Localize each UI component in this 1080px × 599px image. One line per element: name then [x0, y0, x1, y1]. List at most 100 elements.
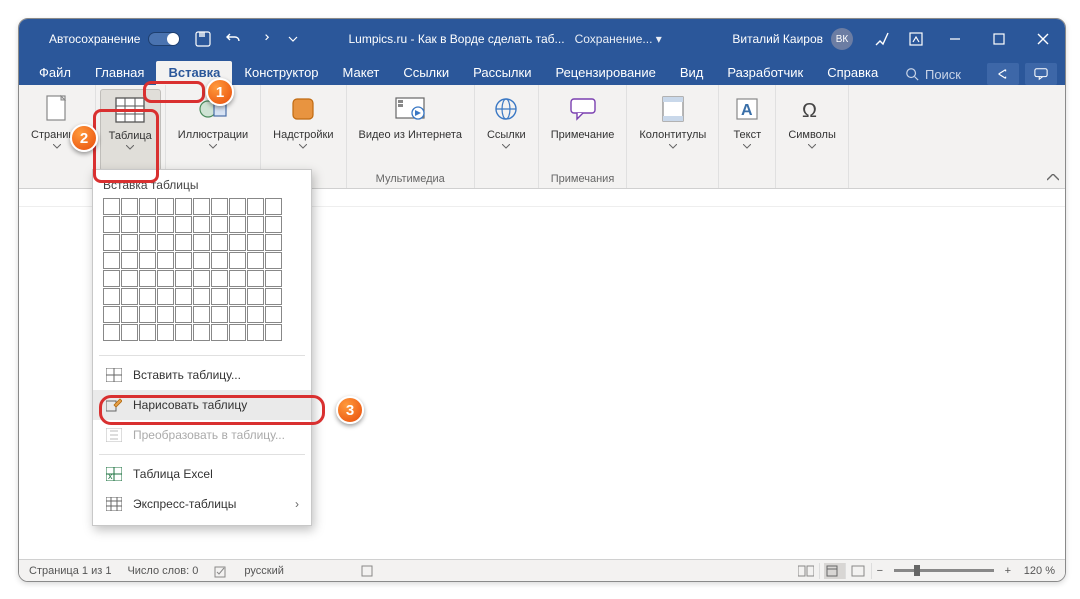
grid-cell[interactable]	[121, 252, 138, 269]
table-button[interactable]: Таблица	[100, 89, 161, 171]
grid-cell[interactable]	[193, 234, 210, 251]
grid-cell[interactable]	[247, 198, 264, 215]
grid-cell[interactable]	[211, 324, 228, 341]
draw-table-item[interactable]: Нарисовать таблицу	[93, 390, 311, 420]
web-layout-icon[interactable]	[850, 563, 872, 579]
grid-cell[interactable]	[265, 252, 282, 269]
grid-cell[interactable]	[157, 198, 174, 215]
ribbon-options-icon[interactable]	[905, 28, 927, 50]
grid-cell[interactable]	[103, 270, 120, 287]
grid-cell[interactable]	[229, 270, 246, 287]
grid-cell[interactable]	[103, 288, 120, 305]
text-button[interactable]: A Текст	[723, 89, 771, 171]
grid-cell[interactable]	[175, 270, 192, 287]
grid-cell[interactable]	[211, 252, 228, 269]
headerfooter-button[interactable]: Колонтитулы	[631, 89, 714, 171]
grid-cell[interactable]	[247, 252, 264, 269]
grid-cell[interactable]	[193, 324, 210, 341]
grid-cell[interactable]	[157, 270, 174, 287]
links-button[interactable]: Ссылки	[479, 89, 534, 171]
language-status[interactable]: русский	[244, 565, 283, 577]
grid-cell[interactable]	[175, 324, 192, 341]
insert-table-item[interactable]: Вставить таблицу...	[93, 360, 311, 390]
grid-cell[interactable]	[121, 288, 138, 305]
grid-cell[interactable]	[175, 252, 192, 269]
grid-cell[interactable]	[229, 252, 246, 269]
grid-cell[interactable]	[121, 234, 138, 251]
grid-cell[interactable]	[103, 234, 120, 251]
grid-cell[interactable]	[157, 324, 174, 341]
read-mode-icon[interactable]	[798, 563, 820, 579]
grid-cell[interactable]	[265, 324, 282, 341]
grid-cell[interactable]	[229, 216, 246, 233]
grid-cell[interactable]	[139, 324, 156, 341]
word-count[interactable]: Число слов: 0	[127, 565, 198, 577]
grid-cell[interactable]	[193, 306, 210, 323]
grid-cell[interactable]	[121, 198, 138, 215]
grid-cell[interactable]	[211, 198, 228, 215]
grid-cell[interactable]	[175, 306, 192, 323]
grid-cell[interactable]	[265, 216, 282, 233]
table-size-grid[interactable]	[93, 198, 311, 351]
collapse-ribbon-button[interactable]	[1041, 85, 1065, 188]
redo-icon[interactable]	[254, 30, 272, 48]
grid-cell[interactable]	[193, 288, 210, 305]
tab-mailings[interactable]: Рассылки	[461, 61, 543, 85]
grid-cell[interactable]	[121, 306, 138, 323]
grid-cell[interactable]	[193, 270, 210, 287]
grid-cell[interactable]	[265, 234, 282, 251]
qat-more-icon[interactable]	[284, 30, 302, 48]
zoom-out-button[interactable]: −	[874, 565, 886, 577]
grid-cell[interactable]	[139, 234, 156, 251]
tab-references[interactable]: Ссылки	[391, 61, 461, 85]
grid-cell[interactable]	[139, 198, 156, 215]
grid-cell[interactable]	[103, 252, 120, 269]
grid-cell[interactable]	[247, 234, 264, 251]
grid-cell[interactable]	[247, 216, 264, 233]
search-box[interactable]: Поиск	[905, 67, 961, 82]
tab-layout[interactable]: Макет	[331, 61, 392, 85]
grid-cell[interactable]	[193, 198, 210, 215]
avatar[interactable]: ВК	[831, 28, 853, 50]
grid-cell[interactable]	[247, 324, 264, 341]
grid-cell[interactable]	[121, 270, 138, 287]
user-name[interactable]: Виталий Каиров	[732, 32, 823, 46]
grid-cell[interactable]	[211, 270, 228, 287]
draw-mode-icon[interactable]	[871, 28, 893, 50]
close-button[interactable]	[1021, 19, 1065, 59]
grid-cell[interactable]	[229, 324, 246, 341]
grid-cell[interactable]	[139, 216, 156, 233]
tab-file[interactable]: Файл	[27, 61, 83, 85]
grid-cell[interactable]	[121, 324, 138, 341]
grid-cell[interactable]	[247, 306, 264, 323]
maximize-button[interactable]	[977, 19, 1021, 59]
grid-cell[interactable]	[211, 234, 228, 251]
tab-help[interactable]: Справка	[815, 61, 890, 85]
symbols-button[interactable]: Ω Символы	[780, 89, 844, 171]
grid-cell[interactable]	[157, 306, 174, 323]
tab-review[interactable]: Рецензирование	[543, 61, 667, 85]
grid-cell[interactable]	[229, 288, 246, 305]
grid-cell[interactable]	[139, 288, 156, 305]
grid-cell[interactable]	[175, 198, 192, 215]
grid-cell[interactable]	[229, 234, 246, 251]
zoom-in-button[interactable]: +	[1002, 565, 1014, 577]
tab-developer[interactable]: Разработчик	[715, 61, 815, 85]
grid-cell[interactable]	[211, 306, 228, 323]
grid-cell[interactable]	[103, 324, 120, 341]
zoom-level[interactable]: 120 %	[1024, 565, 1055, 577]
print-layout-icon[interactable]	[824, 563, 846, 579]
proofing-icon[interactable]	[214, 564, 228, 578]
grid-cell[interactable]	[103, 216, 120, 233]
quick-tables-item[interactable]: Экспресс-таблицы ›	[93, 489, 311, 519]
grid-cell[interactable]	[121, 216, 138, 233]
page-status[interactable]: Страница 1 из 1	[29, 565, 111, 577]
grid-cell[interactable]	[193, 252, 210, 269]
addins-button[interactable]: Надстройки	[265, 89, 341, 171]
grid-cell[interactable]	[175, 216, 192, 233]
grid-cell[interactable]	[229, 306, 246, 323]
comment-button[interactable]: Примечание	[543, 89, 623, 171]
grid-cell[interactable]	[157, 288, 174, 305]
grid-cell[interactable]	[229, 198, 246, 215]
comments-button[interactable]	[1025, 63, 1057, 85]
